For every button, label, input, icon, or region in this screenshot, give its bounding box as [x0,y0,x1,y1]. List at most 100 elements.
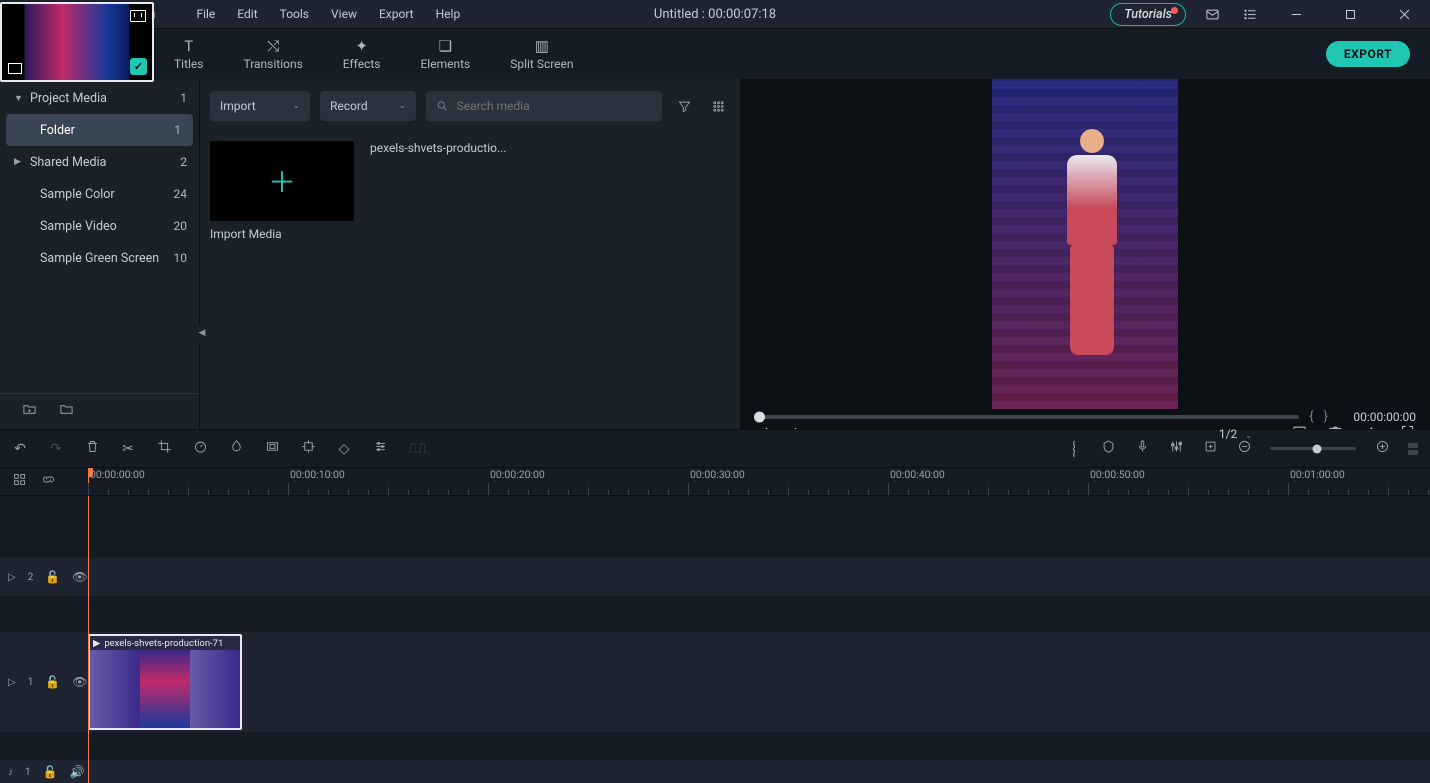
ruler-label: 00:00:20:00 [490,468,545,481]
window-minimize-button[interactable] [1276,0,1316,29]
chevron-down-icon: ⌄ [292,101,300,111]
tab-titles[interactable]: TTitles [154,29,223,79]
track-type-icon: ▷ [8,572,16,583]
list-icon[interactable] [1238,7,1262,22]
transitions-icon: ⤭ [267,38,279,54]
mail-icon[interactable] [1200,7,1224,22]
track-height-toggle[interactable] [1408,443,1418,455]
menu-export[interactable]: Export [368,7,425,21]
record-dropdown[interactable]: Record⌄ [320,91,416,121]
window-maximize-button[interactable] [1330,0,1370,29]
video-badge-icon [130,10,146,22]
export-button[interactable]: EXPORT [1326,41,1410,67]
chevron-right-icon: ▶ [14,157,30,167]
zoom-in-button[interactable] [1374,439,1390,458]
search-media[interactable] [426,91,662,121]
menu-file[interactable]: File [185,7,226,21]
text-icon: T [184,38,193,54]
chevron-down-icon: ⌄ [398,101,406,111]
track-type-icon: ▷ [8,677,16,688]
link-icon[interactable] [41,472,56,491]
menu-edit[interactable]: Edit [226,7,268,21]
sidebar-item-folder[interactable]: Folder1 [6,114,193,146]
zoom-slider[interactable] [1270,447,1356,450]
preview-viewport[interactable] [740,79,1430,409]
sidebar-item-shared-media[interactable]: ▶Shared Media2 [0,146,199,178]
sparkle-icon: ✦ [355,38,368,54]
lock-icon[interactable]: 🔓 [45,675,60,689]
menu-view[interactable]: View [320,7,368,21]
workspace-tabs: 🗀Media ♫Audio TTitles ⤭Transitions ✦Effe… [0,29,1430,79]
speed-button[interactable] [192,439,208,458]
track-video-1[interactable]: ▷1🔓👁 ▶pexels-shvets-production-71 [0,632,1430,732]
delete-button[interactable] [84,439,100,458]
open-folder-icon[interactable] [59,402,74,421]
track-audio-1[interactable]: ♪1🔓🔊 [0,760,1430,783]
motion-tracking-button[interactable] [300,439,316,458]
media-tile-import[interactable]: ＋ Import Media [210,141,354,241]
sidebar-item-sample-color[interactable]: Sample Color24 [0,178,199,210]
search-icon [436,99,449,113]
timeline-ruler[interactable]: 00:00:00:0000:00:10:0000:00:20:0000:00:3… [88,468,1430,495]
preview-timecode: 00:00:00:00 [1338,410,1416,424]
lock-icon[interactable]: 🔓 [43,765,58,779]
sidebar-item-sample-video[interactable]: Sample Video20 [0,210,199,242]
titlebar: Wondershare Filmora File Edit Tools View… [0,0,1430,29]
grid-view-icon[interactable] [706,94,730,118]
elements-icon: ❏ [439,38,452,54]
media-caption: Import Media [210,227,354,241]
crop-button[interactable] [156,439,172,458]
ruler-label: 00:00:00:00 [90,468,145,481]
import-dropdown[interactable]: Import⌄ [210,91,310,121]
tutorials-button[interactable]: Tutorials [1110,3,1186,26]
tab-split-screen[interactable]: ▥Split Screen [490,29,593,79]
tab-elements[interactable]: ❏Elements [400,29,490,79]
audio-sync-button: ⎍⎍ [408,441,424,457]
new-folder-icon[interactable] [22,402,37,421]
search-input[interactable] [457,99,652,113]
preview-scrubber[interactable] [754,415,1299,419]
keyframe-button[interactable]: ◇ [336,441,352,457]
menu-help[interactable]: Help [425,7,472,21]
eye-icon[interactable]: 👁 [72,675,87,689]
color-button[interactable] [228,439,244,458]
speaker-icon[interactable]: 🔊 [70,765,85,779]
eye-icon[interactable]: 👁 [72,570,87,584]
notification-dot-icon [1171,7,1178,14]
media-caption: pexels-shvets-productio... [370,141,514,155]
audio-mixer-button[interactable] [1168,439,1184,458]
plus-icon: ＋ [268,161,296,201]
sidebar-collapse-button[interactable]: ◀ [198,324,206,342]
split-button[interactable]: ✂ [120,441,136,457]
filter-icon[interactable] [672,94,696,118]
voiceover-button[interactable] [1134,439,1150,458]
playhead-line[interactable] [88,496,89,783]
redo-button: ↷ [48,441,64,457]
green-screen-button[interactable] [264,439,280,458]
marker-button[interactable] [1100,439,1116,458]
clip-name: pexels-shvets-production-71 [104,638,223,649]
lock-icon[interactable]: 🔓 [45,570,60,584]
undo-button[interactable]: ↶ [12,441,28,457]
sidebar-item-project-media[interactable]: ▼Project Media1 [0,82,199,114]
mark-in-button[interactable]: { [1309,409,1313,424]
track-video-2[interactable]: ▷2🔓👁 [0,558,1430,596]
track-manager-icon[interactable] [12,472,27,491]
timeline-clip[interactable]: ▶pexels-shvets-production-71 [88,634,242,730]
mark-out-button[interactable]: } [1324,409,1328,424]
chevron-down-icon: ⌄ [1245,431,1252,440]
media-tile-clip[interactable]: ✓ pexels-shvets-productio... [370,141,514,155]
sidebar-footer [0,393,199,429]
track-type-icon: ♪ [8,767,13,778]
sidebar-item-sample-green-screen[interactable]: Sample Green Screen10 [0,242,199,274]
media-sidebar: ▼Project Media1 Folder1 ▶Shared Media2 S… [0,79,200,429]
menu-tools[interactable]: Tools [269,7,320,21]
adjust-button[interactable] [372,439,388,458]
tab-transitions[interactable]: ⤭Transitions [223,29,322,79]
tab-effects[interactable]: ✦Effects [323,29,401,79]
window-close-button[interactable] [1384,0,1424,29]
chevron-down-icon: ▼ [14,93,30,104]
ruler-label: 00:00:10:00 [290,468,345,481]
preview-scale-dropdown[interactable]: 1/2⌄ [1213,425,1272,443]
render-button[interactable] [1066,441,1082,457]
